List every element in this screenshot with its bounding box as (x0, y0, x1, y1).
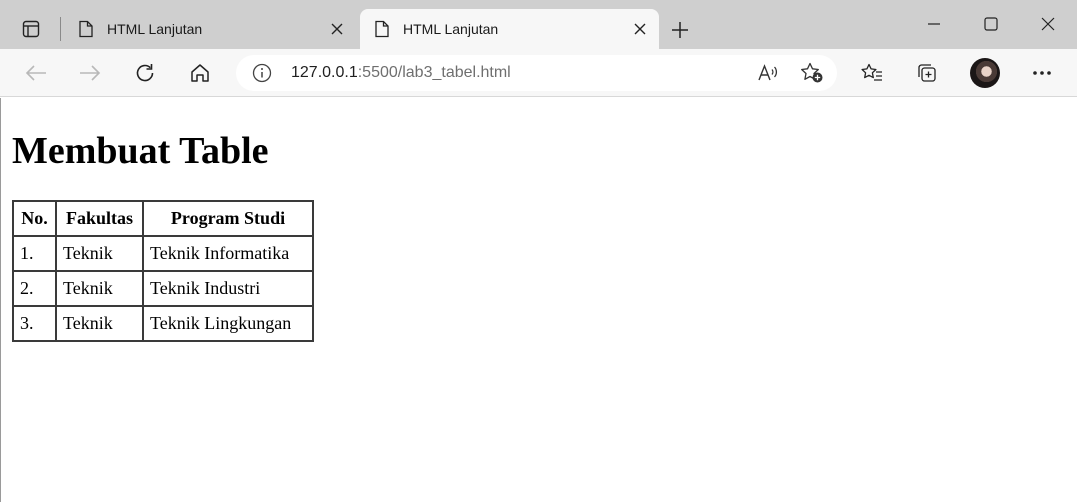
table-row: 1. Teknik Teknik Informatika (13, 236, 313, 271)
window-close-icon[interactable] (1028, 6, 1068, 42)
star-plus-icon[interactable] (799, 61, 825, 85)
url-path: :5500/lab3_tabel.html (357, 64, 511, 81)
table-cell: Teknik (56, 271, 143, 306)
favorites-icon[interactable] (856, 57, 888, 89)
address-bar[interactable]: 127.0.0.1:5500/lab3_tabel.html (236, 55, 837, 91)
table-cell: Teknik (56, 306, 143, 341)
data-table: No. Fakultas Program Studi 1. Teknik Tek… (12, 200, 314, 342)
table-cell: Teknik (56, 236, 143, 271)
table-cell: 1. (13, 236, 56, 271)
page-icon (76, 19, 96, 39)
tab-title: HTML Lanjutan (107, 21, 203, 37)
maximize-icon[interactable] (971, 6, 1011, 42)
table-row: 2. Teknik Teknik Industri (13, 271, 313, 306)
header-fakultas: Fakultas (56, 201, 143, 236)
page-title: Membuat Table (12, 130, 269, 172)
avatar[interactable] (970, 58, 1000, 88)
url-text[interactable]: 127.0.0.1:5500/lab3_tabel.html (291, 64, 511, 82)
table-header-row: No. Fakultas Program Studi (13, 201, 313, 236)
close-icon[interactable] (627, 16, 653, 42)
tab-inactive[interactable]: HTML Lanjutan (66, 9, 356, 49)
tab-bar: HTML Lanjutan HTML Lanjutan (0, 0, 1077, 49)
toolbar: 127.0.0.1:5500/lab3_tabel.html (0, 49, 1077, 97)
table-cell: Teknik Informatika (143, 236, 313, 271)
more-icon[interactable] (1026, 57, 1058, 89)
forward-arrow-icon[interactable] (74, 57, 106, 89)
tab-separator (60, 17, 61, 41)
table-cell: 3. (13, 306, 56, 341)
url-host: 127.0.0.1 (291, 64, 358, 81)
header-program-studi: Program Studi (143, 201, 313, 236)
table-cell: Teknik Lingkungan (143, 306, 313, 341)
info-icon[interactable] (250, 61, 274, 85)
close-icon[interactable] (324, 16, 350, 42)
table-cell: 2. (13, 271, 56, 306)
minimize-icon[interactable] (914, 6, 954, 42)
tab-actions-icon[interactable] (14, 14, 48, 44)
home-icon[interactable] (184, 57, 216, 89)
tab-title: HTML Lanjutan (403, 21, 499, 37)
table-row: 3. Teknik Teknik Lingkungan (13, 306, 313, 341)
back-arrow-icon[interactable] (20, 57, 52, 89)
collections-icon[interactable] (911, 57, 943, 89)
page-icon (372, 19, 392, 39)
table-cell: Teknik Industri (143, 271, 313, 306)
plus-icon[interactable] (666, 16, 694, 44)
page-content: Membuat Table No. Fakultas Program Studi… (0, 98, 1077, 502)
tab-active[interactable]: HTML Lanjutan (360, 9, 659, 49)
refresh-icon[interactable] (129, 57, 161, 89)
read-aloud-icon[interactable] (755, 61, 781, 85)
header-no: No. (13, 201, 56, 236)
